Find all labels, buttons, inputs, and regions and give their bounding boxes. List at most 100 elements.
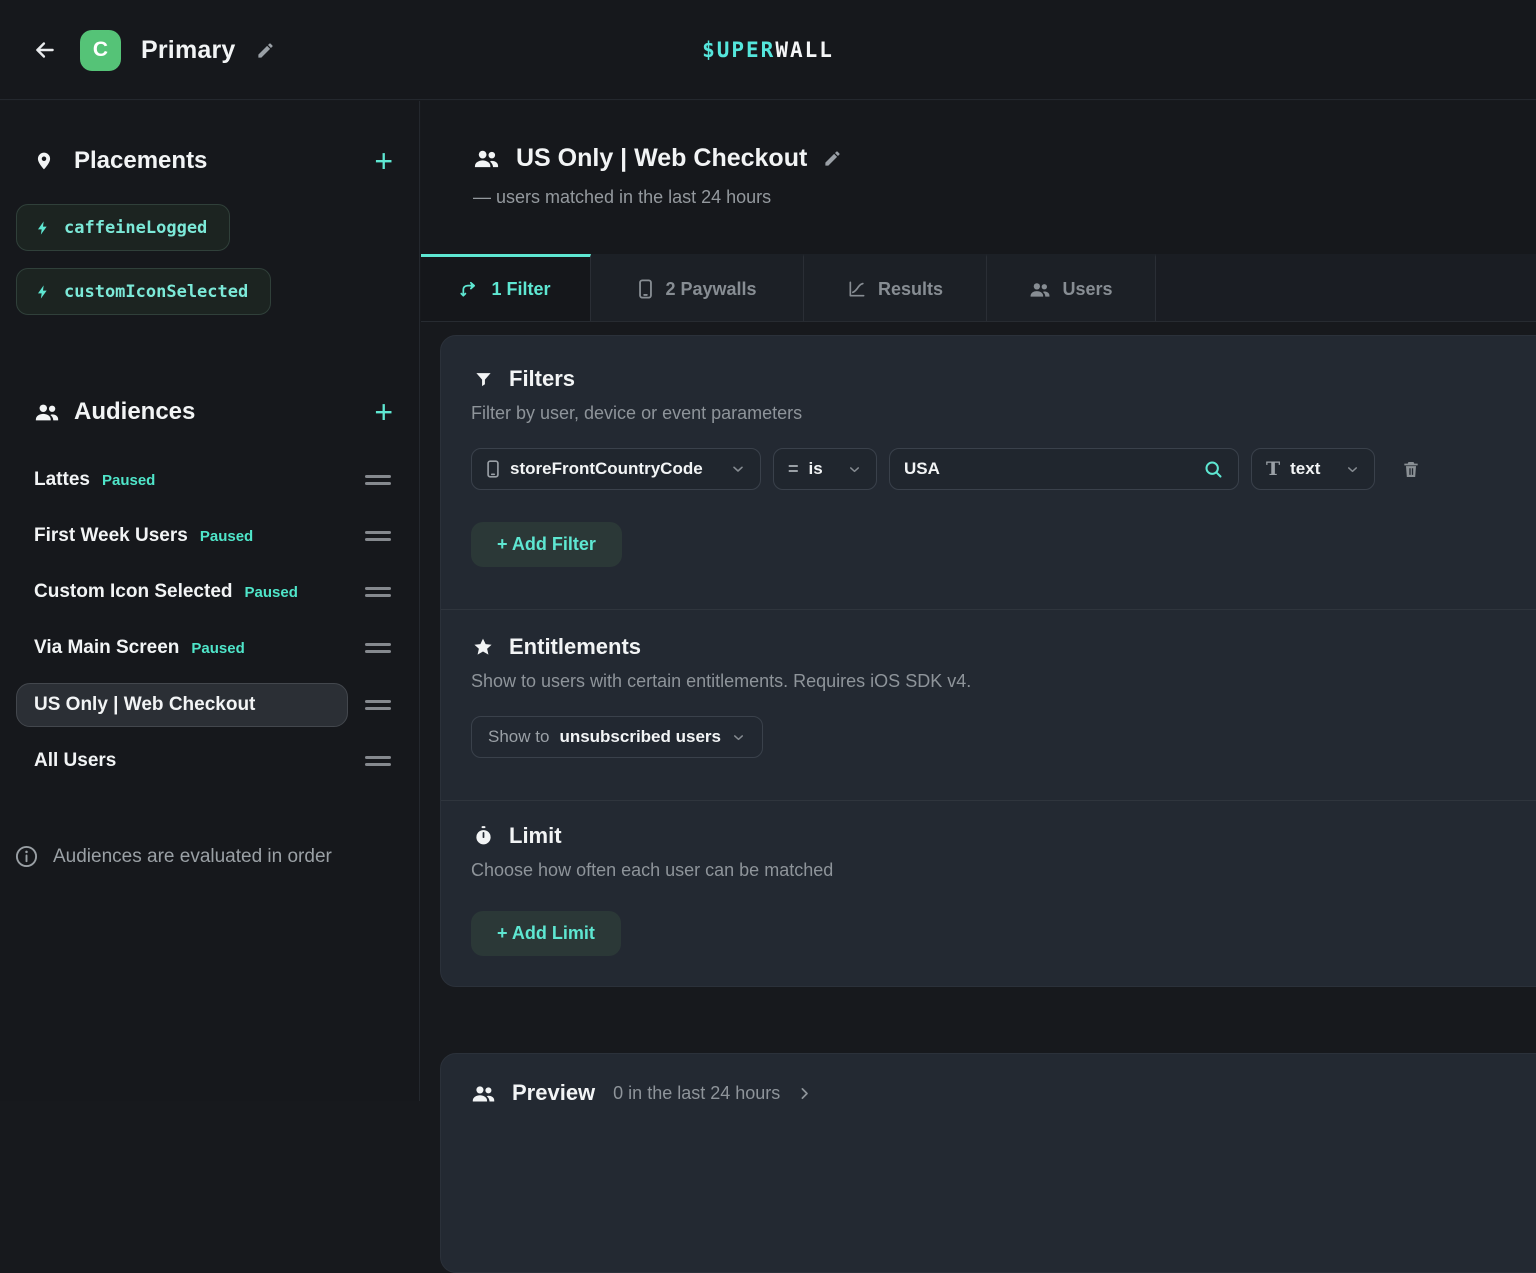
- filter-branch-icon: [460, 279, 480, 299]
- audience-item-custom-icon-selected[interactable]: Custom Icon Selected Paused: [16, 564, 403, 620]
- add-audience-button[interactable]: +: [374, 396, 393, 428]
- operator-value: is: [809, 459, 837, 479]
- users-icon: [1029, 281, 1051, 298]
- placement-label: customIconSelected: [64, 282, 248, 302]
- chart-icon: [847, 279, 867, 299]
- placement-item-customiconselected[interactable]: customIconSelected: [16, 268, 271, 315]
- note-text: Audiences are evaluated in order: [53, 846, 332, 868]
- filters-section: Filters Filter by user, device or event …: [441, 336, 1536, 609]
- chevron-right-icon: [796, 1085, 813, 1102]
- drag-handle[interactable]: [365, 471, 391, 489]
- audience-label: Lattes: [34, 469, 90, 491]
- audience-label: Custom Icon Selected: [34, 581, 233, 603]
- show-to-dropdown[interactable]: Show to unsubscribed users: [471, 716, 763, 758]
- audience-label: First Week Users: [34, 525, 188, 547]
- audience-item-via-main-screen[interactable]: Via Main Screen Paused: [16, 620, 403, 676]
- entitlements-section: Entitlements Show to users with certain …: [441, 610, 1536, 800]
- users-icon: [34, 402, 60, 422]
- sidebar: Placements + caffeineLogged customIconSe…: [0, 101, 420, 1101]
- audience-item-first-week-users[interactable]: First Week Users Paused: [16, 508, 403, 564]
- arrow-left-icon: [32, 37, 58, 63]
- preview-subtitle: 0 in the last 24 hours: [613, 1083, 780, 1104]
- tab-filter[interactable]: 1 Filter: [421, 254, 591, 321]
- paused-badge: Paused: [245, 584, 298, 601]
- logo-rest-text: WALL: [775, 38, 834, 62]
- lightning-icon: [35, 220, 51, 236]
- audiences-title: Audiences: [74, 398, 195, 426]
- add-filter-button[interactable]: + Add Filter: [471, 522, 622, 567]
- audience-item-us-only-web-checkout[interactable]: US Only | Web Checkout: [16, 677, 403, 733]
- filter-row: storeFrontCountryCode = is: [471, 448, 1529, 490]
- limit-subtitle: Choose how often each user can be matche…: [471, 860, 1529, 881]
- chevron-down-icon: [730, 461, 746, 477]
- type-value: text: [1290, 459, 1335, 479]
- preview-title: Preview: [512, 1080, 595, 1106]
- placement-item-caffeinelogged[interactable]: caffeineLogged: [16, 204, 230, 251]
- users-icon: [473, 148, 500, 169]
- audiences-order-note: Audiences are evaluated in order: [14, 844, 332, 869]
- tab-paywalls[interactable]: 2 Paywalls: [591, 254, 804, 321]
- info-icon: [14, 844, 39, 869]
- operator-dropdown[interactable]: = is: [773, 448, 877, 490]
- drag-handle[interactable]: [365, 583, 391, 601]
- drag-handle[interactable]: [365, 527, 391, 545]
- placement-label: caffeineLogged: [64, 218, 207, 238]
- audience-item-lattes[interactable]: Lattes Paused: [16, 452, 403, 508]
- star-icon: [471, 637, 495, 658]
- add-limit-button[interactable]: + Add Limit: [471, 911, 621, 956]
- add-placement-button[interactable]: +: [374, 145, 393, 177]
- back-button[interactable]: [30, 35, 60, 65]
- entitlements-subtitle: Show to users with certain entitlements.…: [471, 671, 1529, 692]
- show-to-label: Show to: [488, 727, 549, 747]
- phone-icon: [637, 279, 654, 299]
- edit-audience-name-button[interactable]: [823, 149, 842, 168]
- drag-handle[interactable]: [365, 639, 391, 657]
- edit-project-button[interactable]: [256, 41, 275, 60]
- audiences-header: Audiences +: [0, 392, 419, 432]
- tab-label: 1 Filter: [491, 279, 550, 300]
- pencil-icon: [256, 41, 275, 60]
- delete-filter-button[interactable]: [1401, 459, 1421, 480]
- parameter-dropdown[interactable]: storeFrontCountryCode: [471, 448, 761, 490]
- audience-page-title: US Only | Web Checkout: [516, 144, 807, 173]
- show-to-value: unsubscribed users: [559, 727, 721, 747]
- parameter-value: storeFrontCountryCode: [510, 459, 720, 479]
- users-icon: [471, 1084, 496, 1103]
- avatar[interactable]: C: [80, 30, 121, 71]
- drag-handle[interactable]: [365, 696, 391, 714]
- paused-badge: Paused: [102, 472, 155, 489]
- tab-results[interactable]: Results: [804, 254, 987, 321]
- chevron-down-icon: [1345, 462, 1360, 477]
- paused-badge: Paused: [191, 640, 244, 657]
- tab-label: Results: [878, 279, 943, 300]
- audience-page-subtitle: — users matched in the last 24 hours: [473, 187, 771, 208]
- placements-title: Placements: [74, 147, 207, 175]
- filter-value-field: [889, 448, 1239, 490]
- tab-label: Users: [1062, 279, 1112, 300]
- logo-accent-text: $UPER: [702, 38, 775, 62]
- limit-section: Limit Choose how often each user can be …: [441, 801, 1536, 986]
- main-header: US Only | Web Checkout — users matched i…: [421, 101, 1536, 254]
- audience-label: Via Main Screen: [34, 637, 179, 659]
- filters-subtitle: Filter by user, device or event paramete…: [471, 403, 1529, 424]
- audience-label: All Users: [34, 750, 116, 772]
- audience-item-all-users[interactable]: All Users: [16, 733, 403, 789]
- entitlements-title: Entitlements: [509, 634, 641, 660]
- type-dropdown[interactable]: T text: [1251, 448, 1375, 490]
- trash-icon: [1401, 459, 1421, 480]
- tab-users[interactable]: Users: [987, 254, 1156, 321]
- stopwatch-icon: [471, 825, 495, 847]
- audience-label: US Only | Web Checkout: [34, 694, 255, 716]
- tab-bar-filler: [1156, 254, 1536, 321]
- search-icon[interactable]: [1203, 459, 1224, 480]
- filter-value-input[interactable]: [904, 459, 1193, 479]
- filters-title: Filters: [509, 366, 575, 392]
- top-bar: C Primary $UPERWALL: [0, 0, 1536, 100]
- placements-header: Placements +: [0, 141, 419, 181]
- content-area: Filters Filter by user, device or event …: [421, 322, 1536, 1101]
- preview-card[interactable]: Preview 0 in the last 24 hours: [440, 1053, 1536, 1273]
- paused-badge: Paused: [200, 528, 253, 545]
- location-pin-icon: [34, 149, 60, 173]
- drag-handle[interactable]: [365, 752, 391, 770]
- chevron-down-icon: [731, 730, 746, 745]
